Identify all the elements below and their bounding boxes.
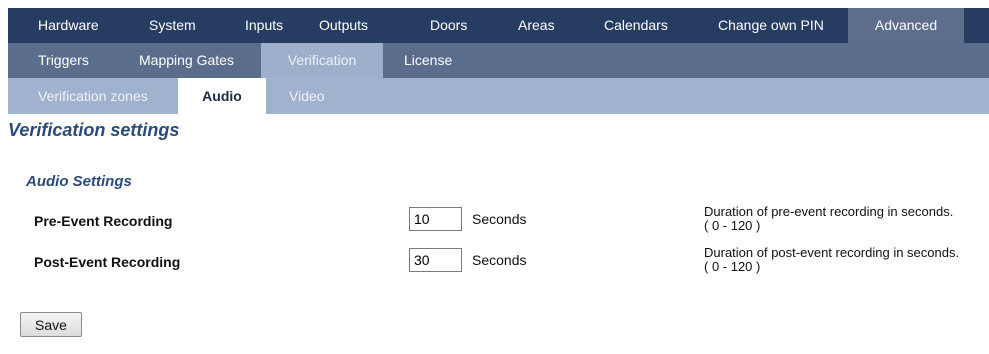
tab-triggers[interactable]: Triggers xyxy=(38,43,89,78)
post-event-unit: Seconds xyxy=(472,252,527,268)
post-event-description: Duration of post-event recording in seco… xyxy=(704,246,959,274)
pre-event-recording-label: Pre-Event Recording xyxy=(34,213,173,229)
tab-areas[interactable]: Areas xyxy=(518,8,555,43)
tab-verification-zones[interactable]: Verification zones xyxy=(38,78,148,114)
tab-calendars[interactable]: Calendars xyxy=(604,8,668,43)
post-event-description-text: Duration of post-event recording in seco… xyxy=(704,245,960,260)
tab-audio[interactable]: Audio xyxy=(178,78,266,114)
tab-hardware[interactable]: Hardware xyxy=(38,8,99,43)
tab-outputs[interactable]: Outputs xyxy=(319,8,368,43)
tab-inputs[interactable]: Inputs xyxy=(245,8,283,43)
pre-event-description-text: Duration of pre-event recording in secon… xyxy=(704,204,954,219)
secondary-nav: Triggers Mapping Gates Verification Lice… xyxy=(8,43,989,78)
tab-doors[interactable]: Doors xyxy=(430,8,467,43)
pre-event-recording-input[interactable] xyxy=(409,207,462,231)
tab-system[interactable]: System xyxy=(149,8,196,43)
post-event-description-range: ( 0 - 120 ) xyxy=(704,259,761,274)
tertiary-nav: Verification zones Audio Video xyxy=(8,78,989,114)
tab-advanced[interactable]: Advanced xyxy=(848,8,964,43)
pre-event-description-range: ( 0 - 120 ) xyxy=(704,218,761,233)
tab-license[interactable]: License xyxy=(404,43,452,78)
save-button[interactable]: Save xyxy=(20,312,82,337)
tab-video[interactable]: Video xyxy=(289,78,325,114)
post-event-recording-label: Post-Event Recording xyxy=(34,254,181,270)
pre-event-description: Duration of pre-event recording in secon… xyxy=(704,205,953,233)
pre-event-unit: Seconds xyxy=(472,211,527,227)
section-title: Audio Settings xyxy=(26,173,132,190)
post-event-recording-input[interactable] xyxy=(409,248,462,272)
tab-verification[interactable]: Verification xyxy=(261,43,383,78)
tab-change-own-pin[interactable]: Change own PIN xyxy=(718,8,824,43)
tab-mapping-gates[interactable]: Mapping Gates xyxy=(139,43,234,78)
primary-nav: Hardware System Inputs Outputs Doors Are… xyxy=(8,8,989,43)
page-title: Verification settings xyxy=(8,120,180,140)
